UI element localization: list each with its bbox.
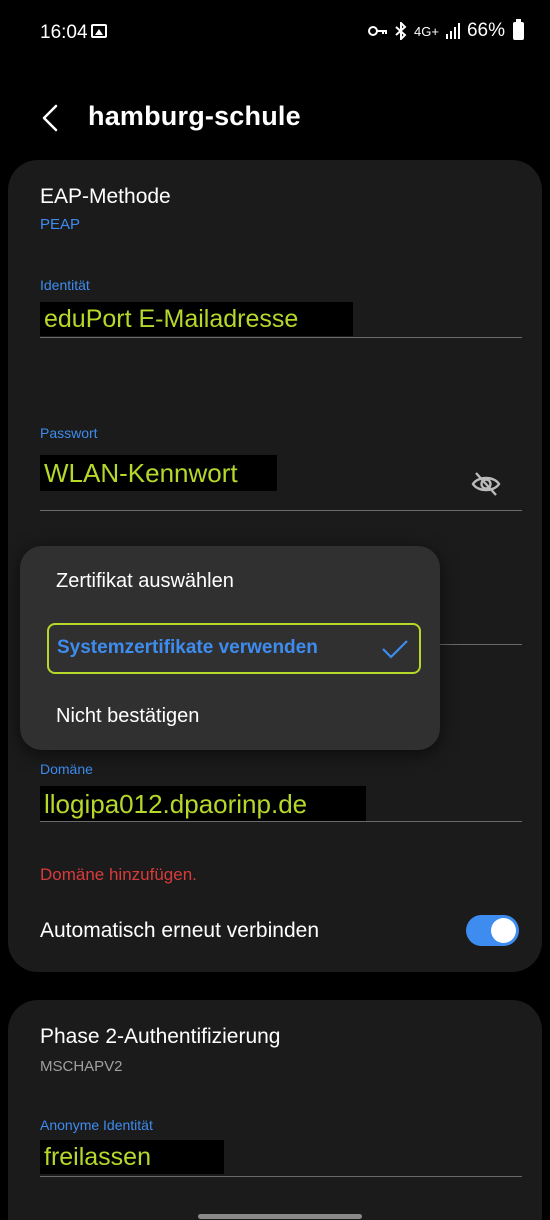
phase2-auth-value: MSCHAPV2 <box>40 1058 123 1075</box>
password-underline <box>40 510 522 511</box>
vpn-key-icon <box>368 26 388 36</box>
status-bar: 16:04 4G+ 66% <box>0 0 550 62</box>
option-use-system-certificates[interactable]: Systemzertifikate verwenden <box>47 623 421 674</box>
back-arrow-icon[interactable] <box>36 98 76 138</box>
option-use-system-certificates-label: Systemzertifikate verwenden <box>57 637 318 658</box>
hide-password-eye-icon[interactable] <box>470 470 502 498</box>
identity-underline <box>40 337 522 338</box>
signal-icon <box>445 23 460 39</box>
auto-reconnect-label: Automatisch erneut verbinden <box>40 919 319 942</box>
battery-icon <box>513 19 524 40</box>
domain-underline <box>40 821 522 822</box>
header: hamburg-schule <box>0 90 550 146</box>
password-label: Passwort <box>40 425 98 441</box>
auto-reconnect-toggle[interactable] <box>466 915 519 946</box>
identity-label: Identität <box>40 277 90 293</box>
checkmark-icon <box>382 640 408 659</box>
phase2-auth-label[interactable]: Phase 2-Authentifizierung <box>40 1025 281 1049</box>
eap-method-label[interactable]: EAP-Methode <box>40 185 171 209</box>
bluetooth-icon <box>395 22 407 40</box>
identity-input[interactable]: eduPort E-Mailadresse <box>40 302 353 336</box>
status-icons: 4G+ 66% <box>368 19 524 42</box>
option-select-certificate[interactable]: Zertifikat auswählen <box>56 570 234 593</box>
ca-certificate-dropdown: Zertifikat auswählen Systemzertifikate v… <box>20 546 440 750</box>
anon-identity-underline <box>40 1176 522 1177</box>
password-input[interactable]: WLAN-Kennwort <box>40 455 277 491</box>
anon-identity-input[interactable]: freilassen <box>40 1140 224 1174</box>
status-time: 16:04 <box>40 22 88 43</box>
anon-identity-label: Anonyme Identität <box>40 1117 153 1133</box>
domain-error-text: Domäne hinzufügen. <box>40 865 197 884</box>
eap-method-value: PEAP <box>40 216 81 233</box>
gallery-notification-icon <box>91 24 107 38</box>
page-title: hamburg-schule <box>88 101 301 131</box>
home-indicator[interactable] <box>198 1214 362 1219</box>
battery-percent: 66% <box>466 20 505 41</box>
toggle-knob <box>491 918 516 943</box>
option-do-not-validate[interactable]: Nicht bestätigen <box>56 705 199 728</box>
domain-label: Domäne <box>40 761 93 777</box>
network-type: 4G+ <box>414 23 439 39</box>
domain-input[interactable]: llogipa012.dpaorinp.de <box>40 786 366 822</box>
